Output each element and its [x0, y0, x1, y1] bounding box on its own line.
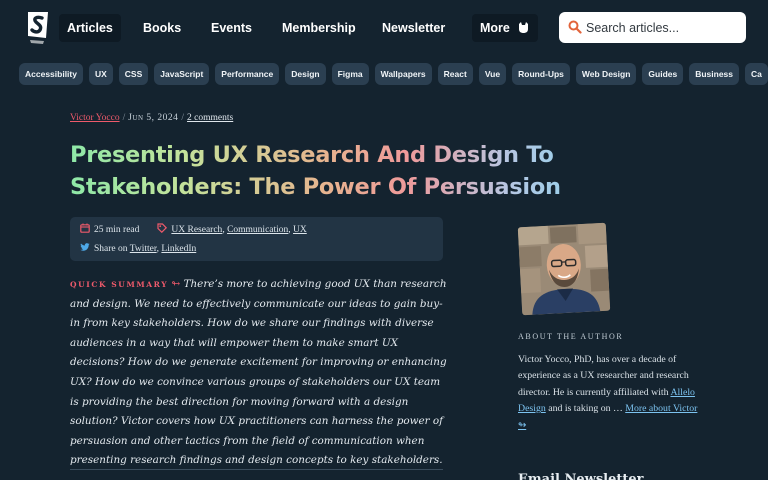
sidebar-next-heading: Email Newsletter — [518, 472, 644, 480]
more-about-label: More about Victor — [625, 403, 698, 415]
tag-react[interactable]: React — [437, 63, 473, 85]
tag-performance[interactable]: Performance — [215, 63, 280, 85]
nav-newsletter[interactable]: Newsletter — [374, 14, 453, 42]
tag-bar: Accessibility UX CSS JavaScript Performance D… — [19, 63, 768, 85]
share-twitter-link[interactable]: Twitter — [130, 244, 157, 254]
article-meta-box: 25 min read UX Research, Communication, … — [70, 217, 443, 261]
content-divider — [70, 469, 443, 470]
search-icon — [568, 20, 582, 34]
quick-summary-label: Quick summary — [70, 280, 169, 289]
byline-separator: / — [181, 113, 185, 123]
author-link[interactable]: Victor Yocco — [70, 113, 120, 123]
tag-icon — [157, 223, 168, 233]
author-portrait-image — [517, 222, 611, 316]
category-link-ux-research[interactable]: UX Research — [171, 225, 222, 235]
tag-business[interactable]: Business — [689, 63, 740, 85]
bio-tail: and is taking on … — [548, 403, 623, 415]
calendar-icon — [80, 223, 90, 233]
search-box — [559, 12, 746, 43]
tag-career[interactable]: Ca — [745, 63, 768, 85]
summary-arrow-icon: ↬ — [171, 278, 181, 290]
byline-separator: / — [122, 113, 126, 123]
share-linkedin-link[interactable]: LinkedIn — [161, 244, 196, 254]
nav-more-button[interactable]: More — [472, 14, 539, 42]
bio-text: Victor Yocco, PhD, has over a decade of … — [518, 354, 689, 398]
category-link-communication[interactable]: Communication — [227, 225, 288, 235]
tag-web-design[interactable]: Web Design — [575, 63, 637, 85]
tag-design[interactable]: Design — [285, 63, 326, 85]
nav-membership[interactable]: Membership — [274, 14, 364, 42]
twitter-icon — [80, 243, 90, 251]
publish-date: Jun 5, 2024 — [128, 113, 179, 123]
more-arrow-icon: ↬ — [518, 419, 527, 431]
smashing-logo-icon[interactable] — [24, 10, 52, 46]
comments-link[interactable]: 2 comments — [187, 113, 233, 123]
tag-figma[interactable]: Figma — [331, 63, 369, 85]
nav-events[interactable]: Events — [203, 14, 260, 42]
meta-row-info: 25 min read UX Research, Communication, … — [80, 223, 307, 235]
site-header: Articles Books Events Membership Newslet… — [0, 0, 768, 56]
quick-summary-text: There’s more to achieving good UX than r… — [70, 278, 447, 467]
tag-vue[interactable]: Vue — [478, 63, 507, 85]
title-line-1: Presenting UX Research And Design To — [70, 142, 554, 168]
tag-css[interactable]: CSS — [118, 63, 149, 85]
nav-books[interactable]: Books — [135, 14, 189, 42]
author-bio: Victor Yocco, PhD, has over a decade of … — [518, 352, 708, 434]
tag-ux[interactable]: UX — [88, 63, 113, 85]
cat-mascot-icon — [519, 22, 529, 33]
article-byline: Victor Yocco / Jun 5, 2024/2 comments — [70, 113, 233, 123]
tag-javascript[interactable]: JavaScript — [154, 63, 210, 85]
search-input[interactable] — [586, 12, 741, 43]
tag-accessibility[interactable]: Accessibility — [19, 63, 83, 85]
share-label: Share on — [94, 244, 128, 254]
about-author-label: About The Author — [518, 332, 624, 341]
tag-round-ups[interactable]: Round-Ups — [512, 63, 570, 85]
tag-guides[interactable]: Guides — [642, 63, 684, 85]
quick-summary: Quick summary ↬ There’s more to achievin… — [70, 275, 448, 471]
title-line-2: Stakeholders: The Power Of Persuasion — [70, 174, 561, 200]
tag-wallpapers[interactable]: Wallpapers — [374, 63, 432, 85]
nav-more-label: More — [480, 21, 510, 35]
category-link-ux[interactable]: UX — [293, 225, 307, 235]
nav-articles[interactable]: Articles — [59, 14, 121, 42]
read-time: 25 min read — [94, 225, 140, 235]
meta-row-share: Share on Twitter, LinkedIn — [80, 242, 196, 254]
article-title: Presenting UX Research And Design To Sta… — [70, 139, 630, 203]
author-avatar[interactable] — [517, 222, 611, 316]
